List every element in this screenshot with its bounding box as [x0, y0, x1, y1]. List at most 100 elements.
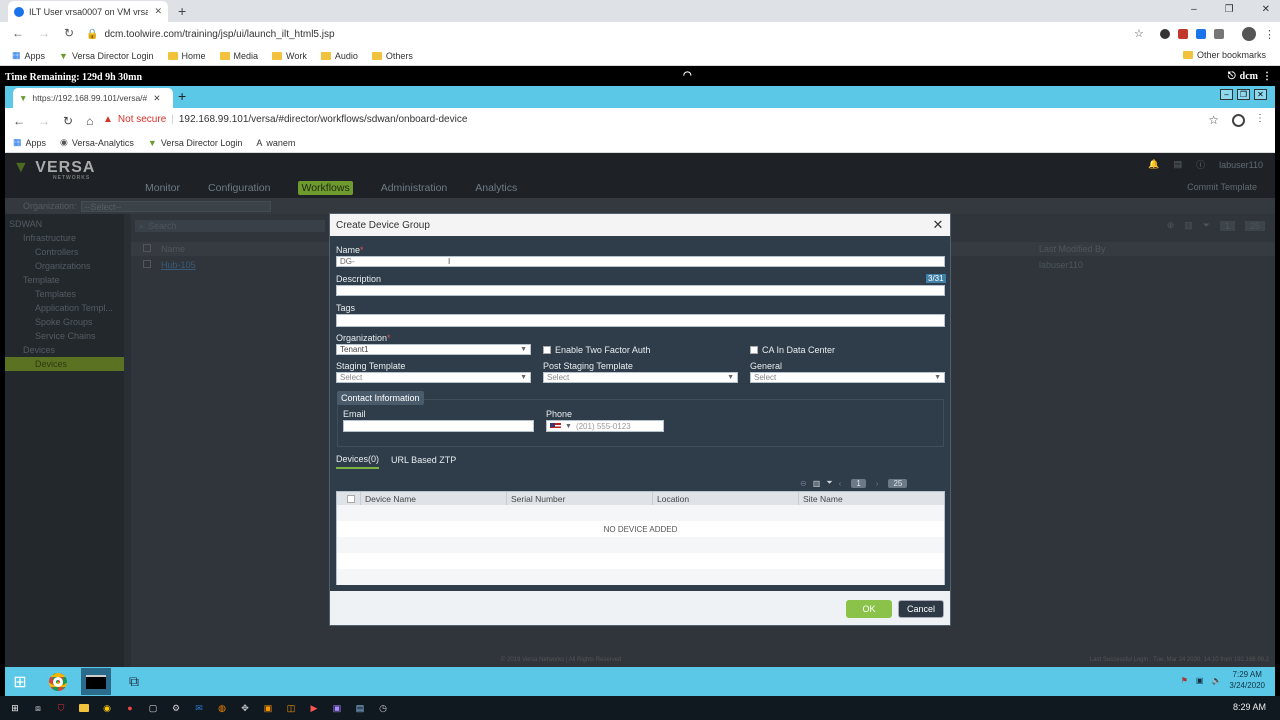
bookmark-versa-director[interactable]: ▼ Versa Director Login [59, 51, 153, 61]
shield-icon[interactable]: ⛉ [52, 699, 70, 717]
sidebar-item-template[interactable]: Template [5, 273, 124, 287]
sidebar-item-sdwan[interactable]: SDWAN [5, 217, 124, 231]
sidebar-item-controllers[interactable]: Controllers [5, 245, 124, 259]
search-input[interactable]: ⌕ Search [135, 220, 325, 232]
inner-url-field[interactable]: ▲ Not secure | 192.168.99.101/versa/#dir… [103, 114, 467, 125]
firefox-icon[interactable]: ◍ [213, 699, 231, 717]
sidebar-item-devices-group[interactable]: Devices [5, 343, 124, 357]
close-icon[interactable]: ✕ [930, 217, 946, 233]
list-row-name[interactable]: Hub-105 [161, 260, 196, 270]
name-input[interactable]: DG- I [336, 256, 945, 267]
app-icon[interactable]: ▤ [351, 699, 369, 717]
col-serial-number[interactable]: Serial Number [507, 492, 653, 505]
windows-start-icon[interactable]: ⊞ [6, 699, 24, 717]
columns-icon[interactable]: ▥ [813, 479, 821, 488]
tags-input[interactable] [336, 314, 945, 327]
minimize-icon[interactable]: – [1220, 89, 1233, 100]
nav-analytics[interactable]: Analytics [475, 182, 517, 194]
menu-icon[interactable]: ⋮ [1255, 113, 1265, 124]
file-explorer-icon[interactable] [75, 699, 93, 717]
select-all-checkbox[interactable] [337, 492, 361, 505]
col-site-name[interactable]: Site Name [799, 492, 944, 505]
two-factor-checkbox[interactable]: Enable Two Factor Auth [543, 345, 650, 355]
tasks-icon[interactable]: ▤ [1174, 159, 1183, 170]
sidebar-item-organizations[interactable]: Organizations [5, 259, 124, 273]
outlook-icon[interactable]: ✉ [190, 699, 208, 717]
tray-icon[interactable]: ⚑ [1181, 675, 1188, 686]
prev-page-icon[interactable]: ‹ [839, 479, 842, 488]
account-icon[interactable] [1232, 114, 1245, 127]
inner-browser-tab[interactable]: ▼ https://192.168.99.101/versa/#di ✕ [13, 88, 173, 108]
back-icon[interactable]: ← [13, 114, 25, 128]
extension-icon[interactable] [1160, 29, 1170, 39]
star-icon[interactable]: ☆ [1134, 27, 1144, 40]
sidebar-item-templates[interactable]: Templates [5, 287, 124, 301]
list-row-checkbox[interactable] [143, 260, 151, 268]
sidebar-item-devices[interactable]: Devices [5, 357, 124, 371]
volume-icon[interactable]: 🔈 [1211, 675, 1221, 686]
bookmark-others[interactable]: Others [371, 51, 413, 61]
chrome-icon[interactable]: ◉ [98, 699, 116, 717]
extension-icon[interactable] [1196, 29, 1206, 39]
bookmark-audio[interactable]: Audio [320, 51, 358, 61]
staging-template-select[interactable]: Select ▼ [336, 372, 531, 383]
sidebar-item-service-chains[interactable]: Service Chains [5, 329, 124, 343]
app-icon[interactable]: ◫ [282, 699, 300, 717]
task-view-icon[interactable]: ⧈ [29, 699, 47, 717]
nav-workflows[interactable]: Workflows [298, 181, 353, 195]
forward-icon[interactable]: → [38, 114, 50, 128]
outer-url-field[interactable]: 🔒 dcm.toolwire.com/training/jsp/ui/launc… [86, 24, 1156, 44]
bookmark-apps[interactable]: ▦ Apps [12, 50, 45, 61]
settings-icon[interactable]: ⚙ [167, 699, 185, 717]
windows-start-icon[interactable]: ⊞ [5, 668, 35, 695]
add-icon[interactable]: ⊕ [1167, 220, 1175, 231]
bookmark-media[interactable]: Media [219, 51, 258, 61]
tab-devices[interactable]: Devices(0) [336, 454, 380, 469]
bookmark-versa-analytics[interactable]: ◉ Versa-Analytics [60, 137, 134, 148]
sidebar-item-infrastructure[interactable]: Infrastructure [5, 231, 124, 245]
extension-icon[interactable] [1214, 29, 1224, 39]
home-icon[interactable]: ⌂ [86, 114, 93, 128]
profile-avatar[interactable] [1242, 27, 1256, 41]
network-tool-icon[interactable]: ⧉ [119, 668, 149, 695]
phone-input[interactable]: ▼ (201) 555-0123 [546, 420, 664, 432]
close-window-icon[interactable]: ✕ [1254, 89, 1267, 100]
next-page-icon[interactable]: › [876, 479, 879, 488]
terminal-icon[interactable] [81, 668, 111, 695]
network-icon[interactable]: ▣ [1196, 675, 1204, 686]
outer-browser-tab[interactable]: ILT User vrsa0007 on VM vrsa000 ✕ [8, 1, 168, 22]
filter-icon[interactable]: ⏷ [1203, 220, 1210, 231]
columns-icon[interactable]: ▥ [1184, 220, 1193, 231]
commit-template-button[interactable]: Commit Template [1187, 182, 1257, 192]
nav-administration[interactable]: Administration [381, 182, 448, 194]
illustrator-icon[interactable]: ▣ [259, 699, 277, 717]
extension-icon[interactable] [1178, 29, 1188, 39]
star-icon[interactable]: ☆ [1208, 113, 1219, 127]
menu-icon[interactable]: ⋮ [1262, 71, 1272, 82]
sidebar-item-spoke-groups[interactable]: Spoke Groups [5, 315, 124, 329]
reload-icon[interactable]: ↻ [63, 114, 73, 128]
maximize-icon[interactable]: ❐ [1237, 89, 1250, 100]
app-icon[interactable]: ✥ [236, 699, 254, 717]
menu-icon[interactable]: ⋮ [1264, 28, 1275, 41]
back-icon[interactable]: ← [12, 26, 24, 40]
forward-icon[interactable]: → [38, 26, 50, 40]
bookmark-wanem[interactable]: Awanem [256, 138, 295, 148]
col-location[interactable]: Location [653, 492, 799, 505]
close-window-icon[interactable]: ✕ [1262, 4, 1270, 15]
maximize-icon[interactable]: ❐ [1225, 4, 1234, 15]
app-icon[interactable]: ● [121, 699, 139, 717]
post-staging-template-select[interactable]: Select ▼ [543, 372, 738, 383]
list-page-number[interactable]: 1 [1219, 220, 1235, 231]
app-icon[interactable]: ▢ [144, 699, 162, 717]
ok-button[interactable]: OK [846, 600, 892, 618]
new-tab-icon[interactable]: + [178, 88, 186, 104]
other-bookmarks[interactable]: Other bookmarks [1182, 50, 1266, 60]
page-size[interactable]: 25 [888, 478, 908, 488]
alarm-icon[interactable]: 🔔 [1148, 159, 1159, 170]
exit-icon[interactable]: ⎋ [1228, 71, 1236, 82]
ca-datacenter-checkbox[interactable]: CA In Data Center [750, 345, 835, 355]
description-input[interactable] [336, 285, 945, 296]
chrome-icon[interactable] [43, 668, 73, 695]
us-flag-icon[interactable] [550, 422, 561, 430]
